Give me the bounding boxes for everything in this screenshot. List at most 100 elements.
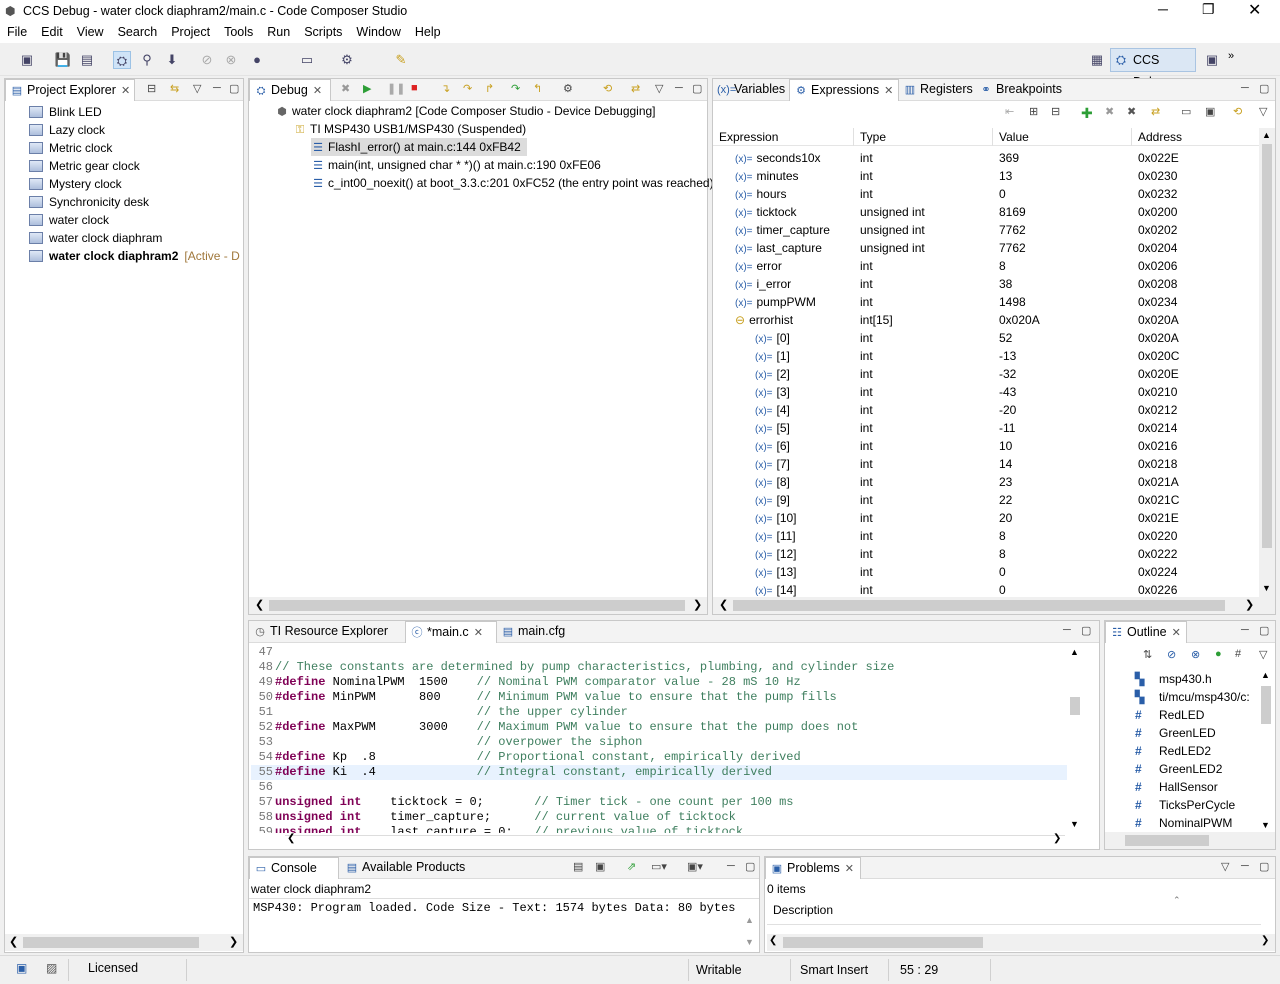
horizontal-scrollbar[interactable]: ❮ ❯ [249, 597, 707, 614]
minimize-icon[interactable]: ─ [727, 860, 735, 872]
remove-all-icon[interactable]: ✖ [1127, 105, 1136, 118]
stack-frame[interactable]: ☰ c_int00_noexit() at boot_3.3.c:201 0xFC… [311, 174, 714, 192]
tools-icon[interactable]: ● [248, 51, 266, 69]
vertical-scrollbar[interactable]: ▲ ▼ [1257, 670, 1275, 832]
minimize-icon[interactable]: ─ [1063, 624, 1071, 636]
code-line[interactable]: 53 // overpower the siphon [251, 735, 1067, 750]
tab-available-products[interactable]: ▤ Available Products [341, 857, 466, 879]
scroll-thumb[interactable] [783, 937, 983, 948]
collapse-all-icon[interactable]: ⊟ [147, 82, 156, 95]
minimize-button[interactable]: ─ [1158, 1, 1168, 17]
maximize-icon[interactable]: ▢ [229, 82, 239, 95]
horizontal-scrollbar[interactable]: ❮ ❯ [767, 934, 1275, 951]
expression-row[interactable]: (x)= [1] int -13 0x020C [713, 347, 1259, 365]
pin-icon[interactable]: ▣ [1205, 105, 1215, 118]
expression-row[interactable]: (x)= [9] int 22 0x021C [713, 491, 1259, 509]
vertical-scrollbar[interactable]: ▲ ▼ [1259, 128, 1275, 599]
expression-row[interactable]: (x)= [14] int 0 0x0226 [713, 581, 1259, 597]
refresh-icon[interactable]: ⇄ [1151, 105, 1160, 118]
close-icon[interactable]: ✕ [121, 85, 130, 97]
terminal-icon[interactable]: ▭ [298, 51, 316, 69]
scroll-thumb[interactable] [733, 600, 1225, 611]
resume-icon[interactable]: ▶ [363, 82, 371, 95]
project-item[interactable]: Synchronicity desk [29, 193, 149, 211]
close-icon[interactable]: ✕ [884, 85, 893, 97]
expression-row[interactable]: (x)= i_error int 38 0x0208 [713, 275, 1259, 293]
tab-variables[interactable]: (x)=Variables [713, 79, 787, 101]
assembly-step-icon[interactable]: ↷ [511, 82, 520, 95]
view-menu-icon[interactable]: ▽ [1221, 860, 1229, 873]
code-line[interactable]: 52 #define MaxPWM 3000 // Maximum PWM val… [251, 720, 1067, 735]
maximize-button[interactable]: ❐ [1202, 1, 1215, 18]
fast-view-icon[interactable]: ▣ [16, 961, 27, 975]
close-icon[interactable]: ✕ [313, 85, 322, 97]
maximize-icon[interactable]: ▢ [1259, 624, 1269, 637]
hide-macros-icon[interactable]: # [1235, 648, 1241, 660]
minimize-icon[interactable]: ─ [675, 82, 683, 94]
more-perspectives-icon[interactable]: » [1228, 50, 1234, 62]
project-item[interactable]: Blink LED [29, 103, 102, 121]
menu-window[interactable]: Window [349, 23, 407, 39]
menu-tools[interactable]: Tools [217, 23, 260, 39]
horizontal-scrollbar[interactable]: ❮ ❯ [5, 934, 243, 951]
column-address[interactable]: Address [1132, 128, 1261, 146]
minimize-icon[interactable]: ─ [1241, 860, 1249, 872]
open-perspective-icon[interactable]: ▦ [1088, 51, 1106, 69]
scroll-up-icon[interactable]: ▲ [745, 915, 754, 925]
scroll-lock-icon[interactable]: ▣ [595, 860, 605, 873]
tab-main-c[interactable]: ⓒ *main.c ✕ [405, 621, 497, 643]
step-filter-icon[interactable]: ↰ [533, 82, 542, 95]
close-icon[interactable]: ✕ [1172, 627, 1181, 639]
sync-icon[interactable]: ⟲ [1233, 105, 1242, 118]
expression-row[interactable]: (x)= [2] int -32 0x020E [713, 365, 1259, 383]
minimize-icon[interactable]: ─ [1241, 82, 1249, 94]
tab-ti-resource-explorer[interactable]: ◷ TI Resource Explorer [249, 621, 401, 643]
expression-row[interactable]: (x)= [11] int 8 0x0220 [713, 527, 1259, 545]
maximize-icon[interactable]: ▢ [692, 82, 702, 95]
code-line[interactable]: 57 unsigned int ticktock = 0; // Timer ti… [251, 795, 1067, 810]
breakpoint-icon[interactable]: ⊘ [198, 51, 216, 69]
code-line[interactable]: 51 // the upper cylinder [251, 705, 1067, 720]
scroll-thumb[interactable] [1262, 144, 1272, 548]
horizontal-scrollbar[interactable] [1105, 832, 1275, 849]
code-line[interactable]: 49 #define NominalPWM 1500 // Nominal PWM… [251, 675, 1067, 690]
expression-row[interactable]: (x)= [12] int 8 0x0222 [713, 545, 1259, 563]
view-menu-icon[interactable]: ▽ [193, 82, 201, 95]
maximize-icon[interactable]: ▢ [1081, 624, 1091, 637]
hide-fields-icon[interactable]: ⊘ [1167, 648, 1176, 661]
step-into-icon[interactable]: ↴ [441, 82, 450, 95]
column-value[interactable]: Value [993, 128, 1132, 146]
expression-row[interactable]: (x)= [10] int 20 0x021E [713, 509, 1259, 527]
maximize-icon[interactable]: ▢ [1259, 860, 1269, 873]
scroll-thumb[interactable] [269, 600, 685, 611]
display-console-icon[interactable]: ▭▾ [651, 860, 667, 873]
menu-search[interactable]: Search [111, 23, 165, 39]
code-line[interactable]: 56 [251, 780, 1067, 795]
expression-row[interactable]: (x)= last_capture unsigned int 7762 0x0204 [713, 239, 1259, 257]
tab-console[interactable]: ▭ Console [249, 857, 339, 879]
new-icon[interactable]: ▣ [18, 51, 36, 69]
problems-column-description[interactable]: Description [767, 899, 1261, 925]
suspend-icon[interactable]: ❚❚ [387, 82, 405, 95]
project-item[interactable]: water clock [29, 211, 109, 229]
new-window-icon[interactable]: ▭ [1181, 105, 1191, 118]
close-icon[interactable]: ✕ [474, 627, 483, 639]
tab-debug[interactable]: ⛭ Debug ✕ [249, 79, 331, 101]
console-output[interactable]: MSP430: Program loaded. Code Size - Text… [249, 898, 759, 952]
new-console-icon[interactable]: ▣▾ [687, 860, 703, 873]
vertical-scrollbar[interactable]: ▲ ▼ [1067, 647, 1083, 833]
code-line[interactable]: 55 #define Ki .4 // Integral constant, em… [251, 765, 1067, 780]
minimize-icon[interactable]: ─ [213, 82, 221, 94]
menu-project[interactable]: Project [164, 23, 217, 39]
gear-icon[interactable]: ⚙ [338, 51, 356, 69]
restart-icon[interactable]: ⟲ [603, 82, 612, 95]
stack-frame[interactable]: ☰ main(int, unsigned char * *)() at main.… [311, 156, 601, 174]
expression-row[interactable]: (x)= error int 8 0x0206 [713, 257, 1259, 275]
project-item[interactable]: Lazy clock [29, 121, 105, 139]
perspective-ccs-debug[interactable]: ⛭ CCS Debug [1110, 48, 1196, 89]
scroll-thumb[interactable] [1261, 686, 1271, 724]
pin-console-icon[interactable]: ⇗ [627, 860, 636, 873]
menu-view[interactable]: View [70, 23, 111, 39]
hide-nonpublic-icon[interactable]: ● [1215, 648, 1222, 660]
scroll-down-icon[interactable]: ▼ [745, 937, 754, 947]
